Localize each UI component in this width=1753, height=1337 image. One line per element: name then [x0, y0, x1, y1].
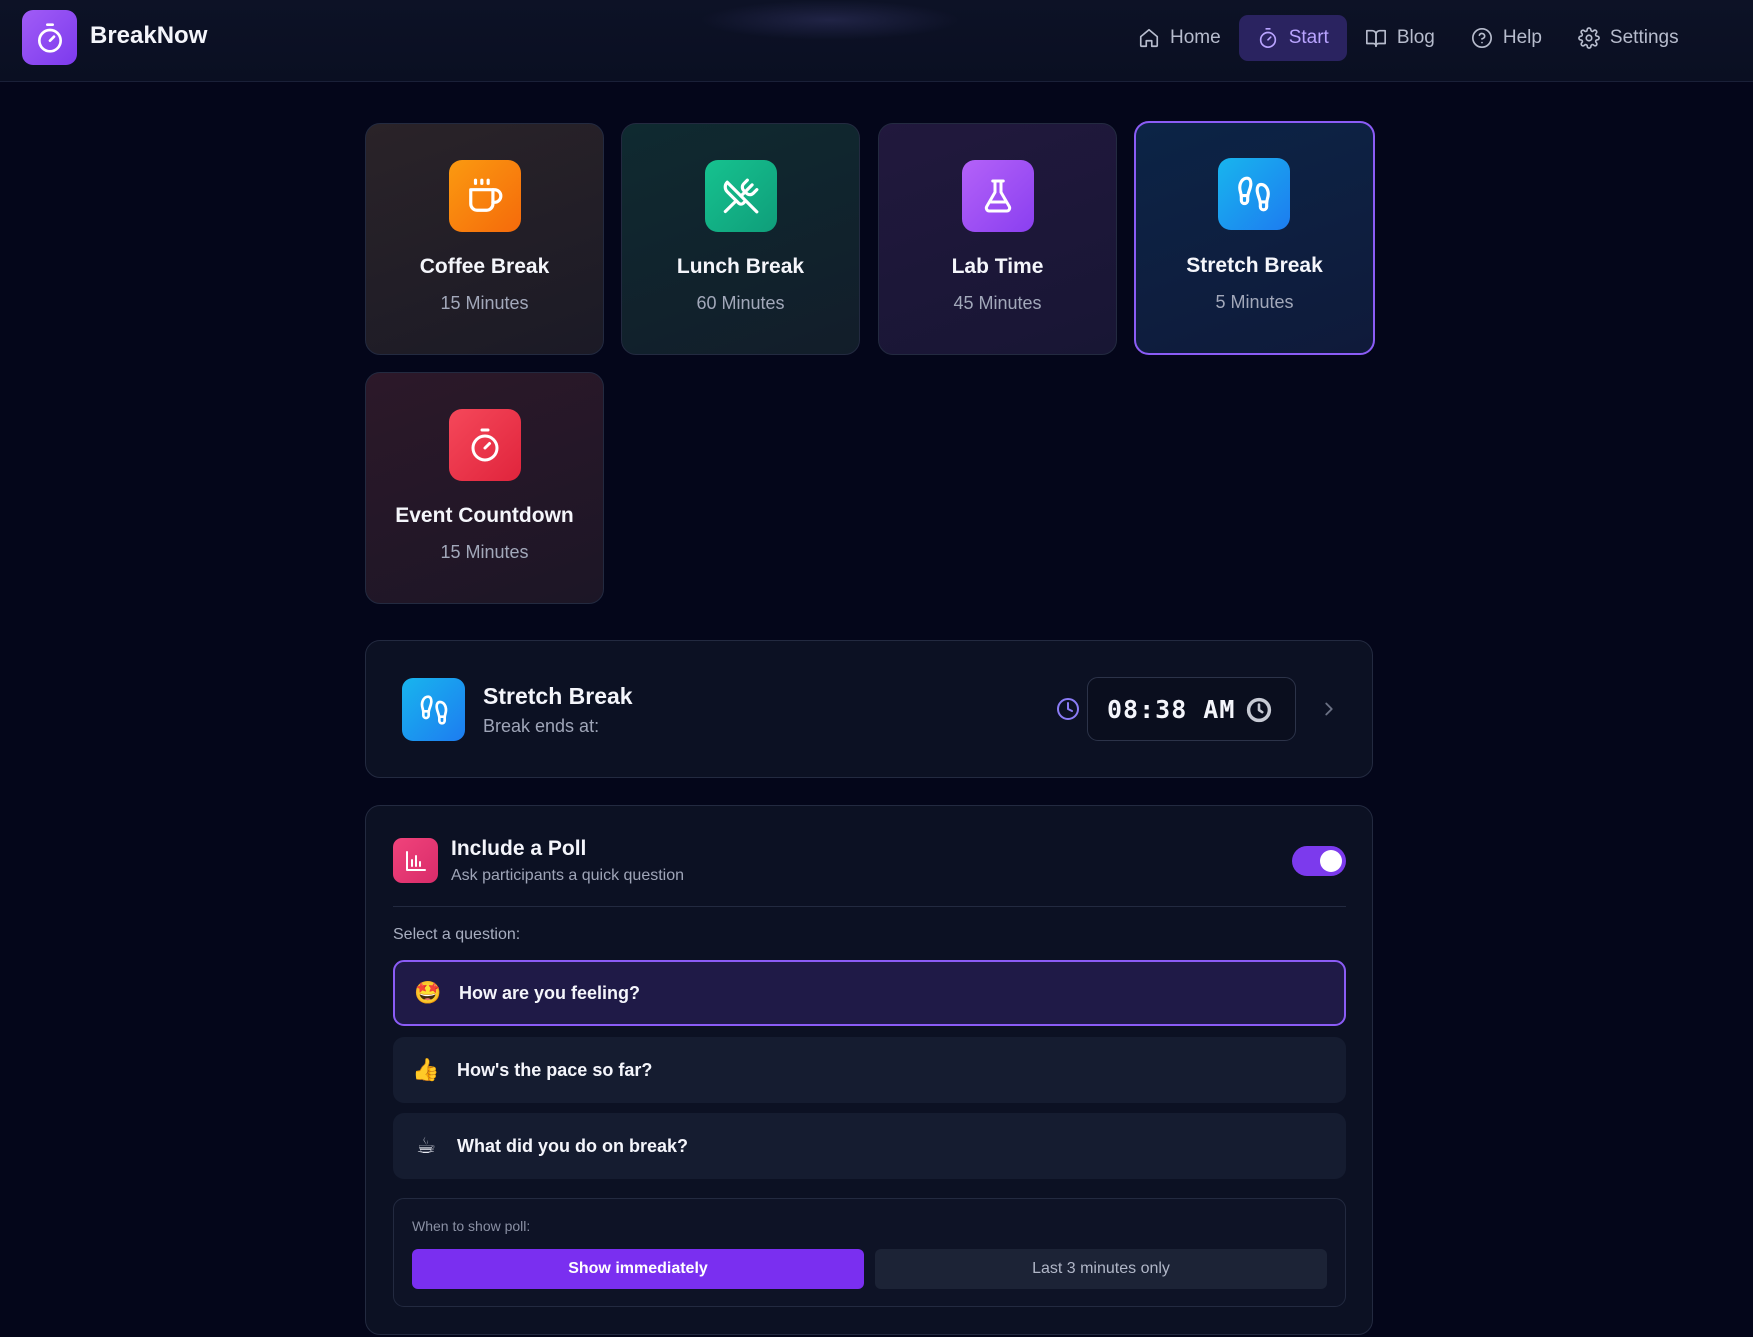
poll-timing-label: When to show poll: [412, 1218, 531, 1234]
end-time-value: 08:38 AM [1107, 695, 1236, 724]
clock-icon [1057, 698, 1079, 720]
preset-title: Lab Time [951, 255, 1044, 278]
nav-blog-label: Blog [1396, 27, 1435, 48]
preset-duration: 45 Minutes [953, 293, 1042, 313]
break-summary-panel: Stretch Break Break ends at: 08:38 AM [365, 640, 1373, 778]
preset-card-lab-time[interactable]: Lab Time 45 Minutes [878, 123, 1117, 355]
clock-picker-icon[interactable] [1246, 697, 1272, 723]
nav-settings-label: Settings [1609, 27, 1679, 48]
stopwatch-icon [37, 22, 62, 53]
preset-card-stretch-break[interactable]: Stretch Break 5 Minutes [1134, 121, 1375, 355]
timer-icon [471, 428, 499, 462]
preset-title: Event Countdown [395, 504, 574, 527]
preset-title: Stretch Break [1186, 254, 1323, 277]
top-bar: BreakNow Home Start Blog Help Settings [0, 0, 1753, 82]
poll-icon-box [393, 838, 438, 883]
summary-title: Stretch Break [483, 683, 633, 709]
last-3-minutes-button[interactable]: Last 3 minutes only [875, 1249, 1327, 1289]
lunch-icon-box [705, 160, 777, 232]
nav-start[interactable]: Start [1238, 15, 1347, 61]
preset-duration: 5 Minutes [1215, 292, 1294, 312]
help-circle-icon [1471, 28, 1492, 48]
poll-title: Include a Poll [451, 837, 587, 860]
preset-card-event-countdown[interactable]: Event Countdown 15 Minutes [365, 372, 604, 604]
footprints-icon [1238, 176, 1270, 212]
nav-help-label: Help [1502, 27, 1542, 48]
nav-home-label: Home [1170, 27, 1221, 48]
preset-duration: 15 Minutes [440, 293, 529, 313]
preset-title: Coffee Break [419, 255, 550, 278]
poll-subtitle: Ask participants a quick question [451, 867, 685, 884]
nav-help[interactable]: Help [1453, 15, 1560, 61]
poll-toggle[interactable] [1292, 846, 1346, 876]
question-text: How are you feeling? [459, 982, 641, 1003]
main-nav: Home Start Blog Help Settings [1120, 15, 1697, 61]
preset-card-lunch-break[interactable]: Lunch Break 60 Minutes [621, 123, 860, 355]
stretch-icon-box [1218, 158, 1290, 230]
home-icon [1139, 28, 1159, 48]
divider [393, 906, 1346, 907]
coffee-cup-icon [469, 178, 503, 212]
gear-icon [1578, 27, 1600, 49]
coffee-icon-box [449, 160, 521, 232]
event-icon-box [449, 409, 521, 481]
poll-timing-section: When to show poll: Show immediately Last… [393, 1198, 1346, 1307]
lab-icon-box [962, 160, 1034, 232]
question-select-label: Select a question: [393, 926, 521, 943]
poll-question-option[interactable]: 🤩 How are you feeling? [393, 960, 1346, 1026]
footprints-icon [420, 694, 447, 725]
show-immediately-button[interactable]: Show immediately [412, 1249, 864, 1289]
end-time-input[interactable]: 08:38 AM [1087, 677, 1296, 741]
bar-chart-icon [405, 850, 426, 871]
preset-card-coffee-break[interactable]: Coffee Break 15 Minutes [365, 123, 604, 355]
app-logo[interactable] [22, 10, 77, 65]
flask-icon [984, 179, 1012, 213]
nav-blog[interactable]: Blog [1347, 15, 1453, 61]
poll-panel: Include a Poll Ask participants a quick … [365, 805, 1373, 1335]
question-text: How's the pace so far? [457, 1059, 653, 1080]
timer-icon [1259, 28, 1276, 48]
app-name[interactable]: BreakNow [90, 22, 207, 50]
nav-settings[interactable]: Settings [1560, 15, 1697, 61]
header-glow [700, 0, 960, 40]
book-icon [1365, 29, 1386, 48]
summary-subtitle: Break ends at: [483, 716, 600, 736]
nav-start-label: Start [1288, 27, 1329, 48]
preset-duration: 15 Minutes [440, 542, 529, 562]
utensils-icon [723, 178, 759, 214]
preset-duration: 60 Minutes [696, 293, 785, 313]
nav-home[interactable]: Home [1120, 15, 1239, 61]
question-text: What did you do on break? [457, 1135, 688, 1156]
toggle-knob [1320, 850, 1342, 872]
preset-title: Lunch Break [676, 255, 805, 278]
coffee-emoji-icon: ☕ [416, 1133, 436, 1158]
poll-question-option[interactable]: ☕ What did you do on break? [393, 1113, 1346, 1179]
thumbs-up-emoji-icon: 👍 [412, 1057, 440, 1082]
star-struck-emoji-icon: 🤩 [414, 980, 442, 1005]
chevron-right-icon[interactable] [1318, 698, 1340, 720]
summary-icon-box [402, 678, 465, 741]
poll-question-option[interactable]: 👍 How's the pace so far? [393, 1037, 1346, 1103]
